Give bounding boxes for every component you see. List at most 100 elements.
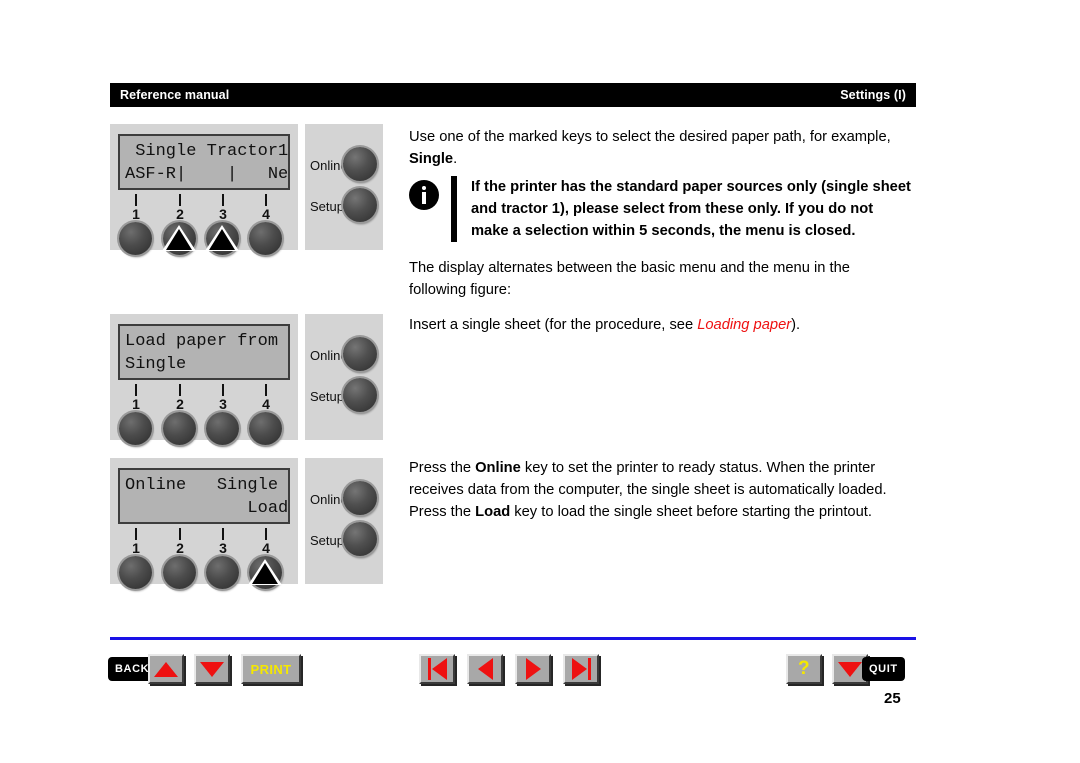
button-tick-2 <box>179 384 181 396</box>
button-number-4: 4 <box>262 540 270 556</box>
lcd-line-1: Load paper from <box>125 332 279 351</box>
triangle-up-icon <box>154 661 178 677</box>
panel-button-2[interactable] <box>163 556 196 589</box>
link-loading-paper[interactable]: Loading paper <box>697 317 791 333</box>
panel-side-body: Online Setup <box>305 458 383 584</box>
help-button-label: ? <box>797 658 810 679</box>
panel-button-1[interactable] <box>119 222 152 255</box>
setup-button-label: Setup <box>310 199 344 214</box>
printer-panel-load-paper: Load paper from Single 1 2 3 4 Online Se… <box>110 314 383 445</box>
quit-button[interactable]: QUIT <box>862 657 905 681</box>
setup-button[interactable] <box>343 378 377 412</box>
panel-button-1[interactable] <box>119 412 152 445</box>
paragraph-text: Press the <box>409 460 476 476</box>
paragraph-press-online: Press the Online key to set the printer … <box>409 457 911 523</box>
panel-button-3[interactable] <box>206 556 239 589</box>
page-number: 25 <box>884 690 901 707</box>
paragraph-text-tail: . <box>453 151 458 167</box>
paragraph-text: Use one of the marked keys to select the… <box>409 129 891 145</box>
panel-side-body: Online Setup <box>305 124 383 250</box>
button-number-2: 2 <box>176 206 184 222</box>
lcd-line-2: Single <box>125 355 187 374</box>
button-number-3: 3 <box>219 396 227 412</box>
selection-marker-button-2 <box>162 225 196 251</box>
paragraph-text-tail: ). <box>791 317 801 333</box>
paragraph-insert-single-sheet: Insert a single sheet (for the procedure… <box>409 314 909 336</box>
button-tick-1 <box>135 528 137 540</box>
lcd-line-1: Single Tractor1 <box>125 142 289 161</box>
lcd-display: Online Single Load <box>118 468 290 524</box>
panel-button-4[interactable] <box>249 412 282 445</box>
last-page-button[interactable] <box>563 654 599 684</box>
button-number-3: 3 <box>219 206 227 222</box>
online-button-label: Online <box>310 158 348 173</box>
button-number-3: 3 <box>219 540 227 556</box>
inline-bold-online: Online <box>475 460 521 476</box>
online-button-label: Online <box>310 492 348 507</box>
online-button-label: Online <box>310 348 348 363</box>
note-text: If the printer has the standard paper so… <box>471 179 911 239</box>
triangle-down-icon <box>200 661 224 677</box>
setup-button[interactable] <box>343 522 377 556</box>
button-number-4: 4 <box>262 206 270 222</box>
online-button[interactable] <box>343 337 377 371</box>
button-number-1: 1 <box>132 206 140 222</box>
printer-panel-online-load: Online Single Load 1 2 3 4 Online Setup <box>110 458 383 589</box>
button-number-2: 2 <box>176 396 184 412</box>
paragraph-display-alternates: The display alternates between the basic… <box>409 260 850 298</box>
previous-page-button[interactable] <box>467 654 503 684</box>
button-tick-1 <box>135 384 137 396</box>
footer-divider <box>110 637 916 640</box>
next-page-icon <box>525 658 541 680</box>
button-tick-4 <box>265 528 267 540</box>
lcd-line-2: Load <box>125 499 289 518</box>
header-title-right: Settings (I) <box>840 88 906 102</box>
panel-button-2[interactable] <box>163 412 196 445</box>
button-tick-1 <box>135 194 137 206</box>
button-number-1: 1 <box>132 540 140 556</box>
page-root: Reference manual Settings (I) Single Tra… <box>0 0 1080 763</box>
lcd-line-1: Online Single <box>125 476 279 495</box>
print-button[interactable]: PRINT <box>241 654 301 684</box>
selection-marker-button-3 <box>205 225 239 251</box>
page-header: Reference manual Settings (I) <box>110 83 916 107</box>
info-icon <box>409 180 439 210</box>
help-button[interactable]: ? <box>786 654 822 684</box>
print-button-label: PRINT <box>250 661 292 677</box>
button-tick-4 <box>265 194 267 206</box>
printer-panel-menu-select: Single Tractor1 ASF-R| | Next 1 2 3 4 On… <box>110 124 383 255</box>
setup-button-label: Setup <box>310 533 344 548</box>
lcd-display: Single Tractor1 ASF-R| | Next <box>118 134 290 190</box>
lcd-display: Load paper from Single <box>118 324 290 380</box>
paragraph-select-paper-path: Use one of the marked keys to select the… <box>409 126 909 170</box>
online-button[interactable] <box>343 147 377 181</box>
button-tick-3 <box>222 528 224 540</box>
panel-side-body: Online Setup <box>305 314 383 440</box>
panel-button-3[interactable] <box>206 412 239 445</box>
next-page-button[interactable] <box>515 654 551 684</box>
online-button[interactable] <box>343 481 377 515</box>
note-callout: If the printer has the standard paper so… <box>409 176 914 242</box>
button-number-4: 4 <box>262 396 270 412</box>
setup-button[interactable] <box>343 188 377 222</box>
button-number-2: 2 <box>176 540 184 556</box>
scroll-up-button[interactable] <box>148 654 184 684</box>
scroll-down-button[interactable] <box>194 654 230 684</box>
setup-button-label: Setup <box>310 389 344 404</box>
paragraph-text: Insert a single sheet (for the procedure… <box>409 317 698 333</box>
last-page-icon <box>571 658 591 680</box>
panel-button-1[interactable] <box>119 556 152 589</box>
button-tick-3 <box>222 384 224 396</box>
panel-button-4[interactable] <box>249 222 282 255</box>
inline-bold-single: Single <box>409 151 454 167</box>
button-tick-2 <box>179 194 181 206</box>
note-vertical-rule <box>451 176 457 242</box>
panel-body: Online Single Load 1 2 3 4 <box>110 458 298 589</box>
button-tick-4 <box>265 384 267 396</box>
first-page-button[interactable] <box>419 654 455 684</box>
button-number-1: 1 <box>132 396 140 412</box>
button-tick-2 <box>179 528 181 540</box>
first-page-icon <box>427 658 447 680</box>
selection-marker-button-4 <box>248 559 282 585</box>
inline-bold-load: Load <box>475 504 511 520</box>
